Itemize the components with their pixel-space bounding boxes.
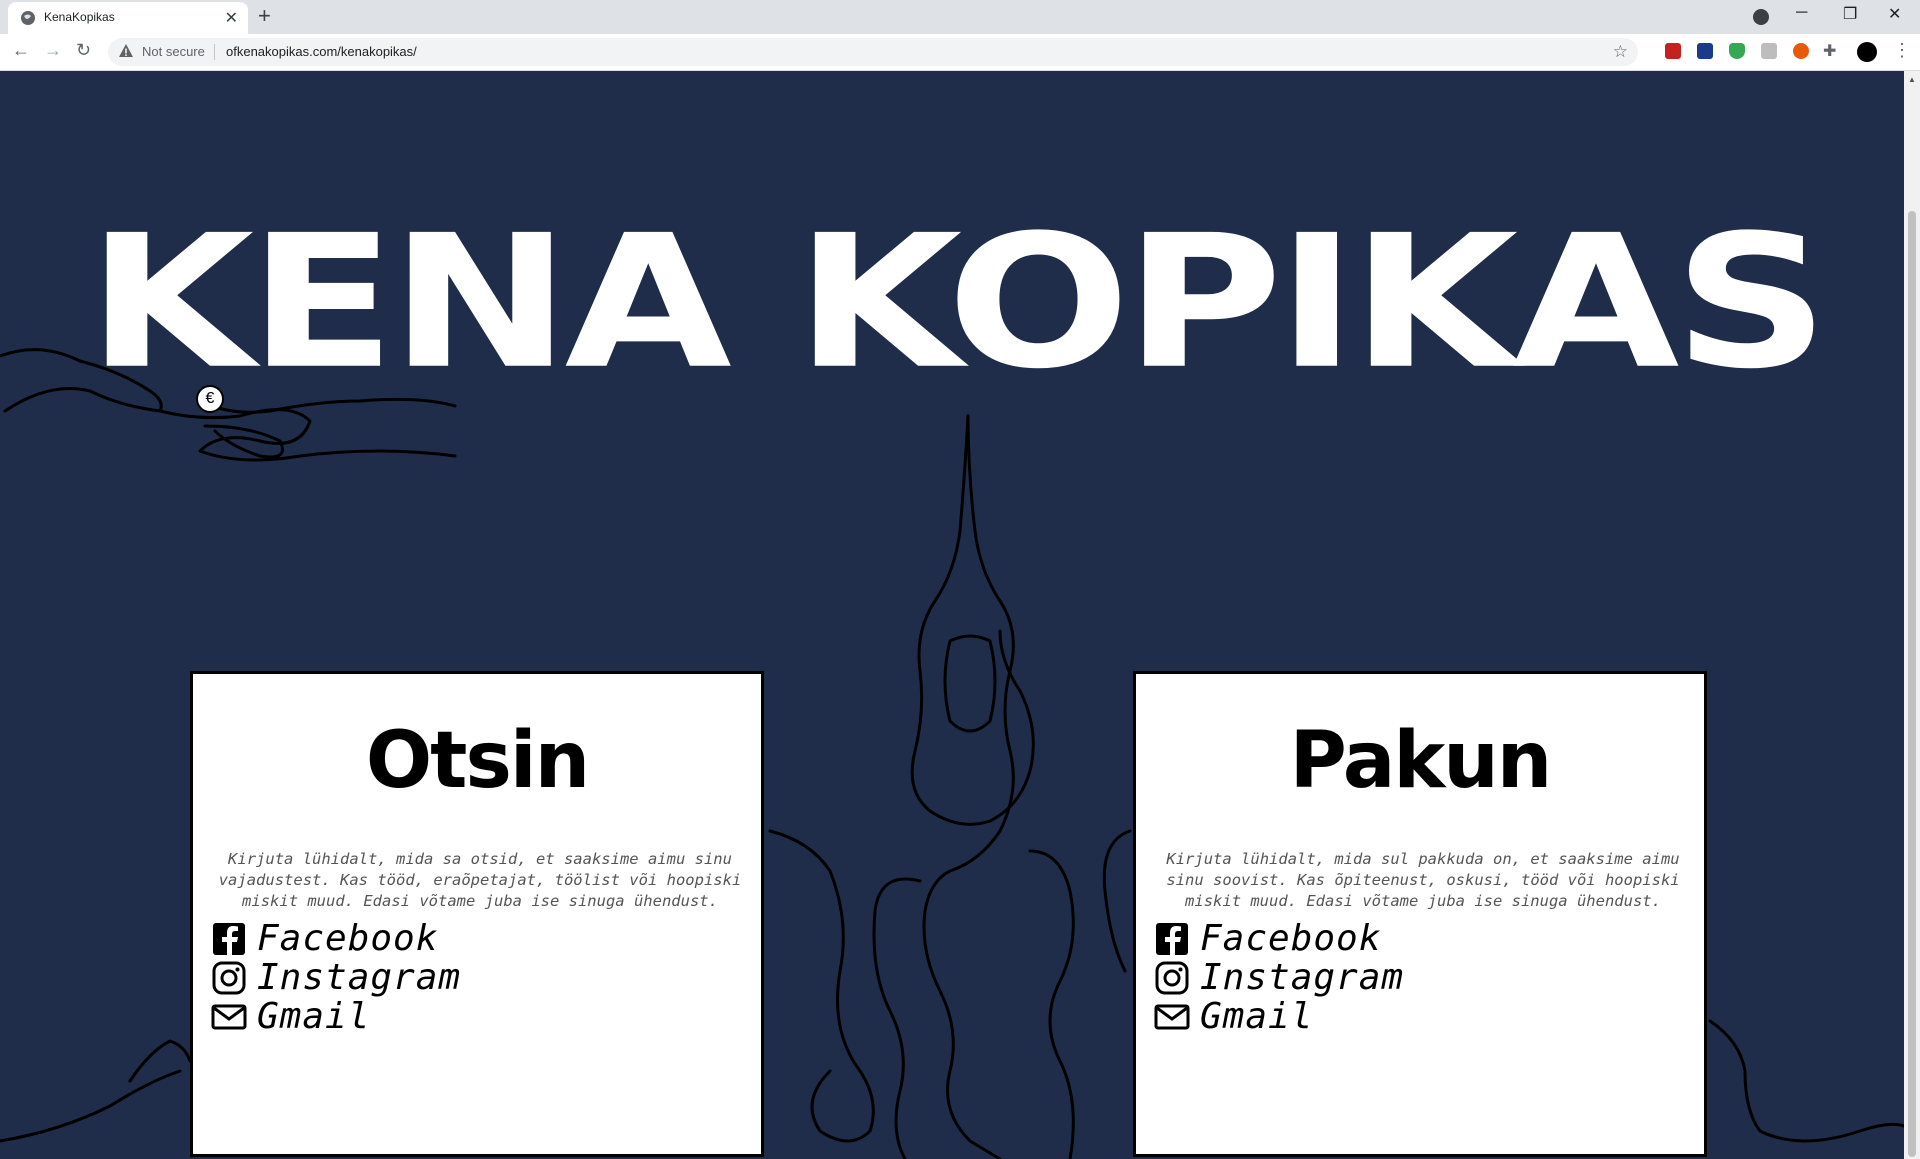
- pdf-extension-icon[interactable]: [1665, 43, 1681, 59]
- forward-icon[interactable]: →: [44, 40, 62, 61]
- envelope-icon: [1154, 1004, 1190, 1029]
- card-title: Otsin: [365, 716, 590, 806]
- offer-card: Pakun Kirjuta lühidalt, mida sul pakkuda…: [1133, 671, 1707, 1157]
- page-content: KENA KOPIKAS € Otsin Kirjuta lühidalt, m…: [0, 71, 1904, 1159]
- contact-links: Facebook Instagram Gmail: [1154, 918, 1405, 1037]
- gmail-link[interactable]: Gmail: [211, 996, 461, 1037]
- id-extension-icon[interactable]: [1697, 43, 1713, 59]
- globe-icon: [21, 11, 35, 25]
- scroll-up-icon[interactable]: ▲: [1908, 75, 1916, 84]
- close-window-icon[interactable]: ✕: [1888, 4, 1901, 24]
- instagram-icon: [1155, 961, 1189, 994]
- link-label: Facebook: [1200, 918, 1382, 959]
- extension-icon[interactable]: [1761, 43, 1777, 59]
- seek-card: Otsin Kirjuta lühidalt, mida sa otsid, e…: [190, 671, 764, 1157]
- security-label[interactable]: Not secure: [142, 44, 205, 59]
- close-tab-icon[interactable]: ✕: [225, 8, 238, 28]
- facebook-icon: [1156, 922, 1188, 955]
- minimize-icon[interactable]: ─: [1796, 4, 1807, 22]
- tab-title: KenaKopikas: [44, 10, 115, 24]
- puzzle-extensions-icon[interactable]: ✚: [1823, 41, 1836, 61]
- card-title: Pakun: [1289, 716, 1553, 806]
- card-description: Kirjuta lühidalt, mida sa otsid, et saak…: [218, 850, 742, 910]
- site-title: KENA KOPIKAS: [86, 195, 1829, 410]
- instagram-link[interactable]: Instagram: [211, 957, 462, 998]
- link-label: Instagram: [257, 957, 462, 998]
- card-description: Kirjuta lühidalt, mida sul pakkuda on, e…: [1166, 850, 1680, 910]
- facebook-link[interactable]: Facebook: [211, 918, 461, 959]
- scrollbar-thumb[interactable]: [1908, 211, 1916, 1157]
- instagram-link[interactable]: Instagram: [1154, 957, 1405, 998]
- link-label: Instagram: [1200, 957, 1405, 998]
- tab-strip: KenaKopikas ✕ + ─ ❐ ✕: [0, 0, 1920, 34]
- tab-search-icon[interactable]: [1753, 9, 1769, 25]
- facebook-link[interactable]: Facebook: [1154, 918, 1404, 959]
- reload-icon[interactable]: ↻: [76, 40, 91, 61]
- link-label: Gmail: [257, 996, 371, 1037]
- menu-dots-icon[interactable]: ⋮: [1893, 40, 1911, 61]
- divider: [214, 44, 215, 60]
- scrollbar[interactable]: ▲: [1904, 71, 1920, 1159]
- contact-links: Facebook Instagram Gmail: [211, 918, 462, 1037]
- instagram-icon: [212, 961, 246, 994]
- browser-tab[interactable]: KenaKopikas ✕: [8, 2, 248, 34]
- gmail-link[interactable]: Gmail: [1154, 996, 1404, 1037]
- euro-coin-icon: €: [196, 385, 224, 413]
- restore-icon[interactable]: ❐: [1843, 4, 1857, 24]
- notification-extension-icon[interactable]: [1793, 43, 1809, 59]
- browser-toolbar: ← → ↻ Not secure ofkenakopikas.com/kenak…: [0, 34, 1920, 71]
- link-label: Gmail: [1200, 996, 1314, 1037]
- profile-avatar[interactable]: [1857, 42, 1877, 62]
- warning-icon: [119, 44, 133, 57]
- new-tab-button[interactable]: +: [258, 3, 271, 29]
- url-text[interactable]: ofkenakopikas.com/kenakopikas/: [226, 44, 417, 59]
- shield-extension-icon[interactable]: [1729, 43, 1745, 59]
- link-label: Facebook: [257, 918, 439, 959]
- address-bar[interactable]: Not secure ofkenakopikas.com/kenakopikas…: [108, 38, 1638, 66]
- bookmark-star-icon[interactable]: ☆: [1613, 42, 1628, 62]
- envelope-icon: [211, 1004, 247, 1029]
- back-icon[interactable]: ←: [12, 40, 30, 61]
- facebook-icon: [213, 922, 245, 955]
